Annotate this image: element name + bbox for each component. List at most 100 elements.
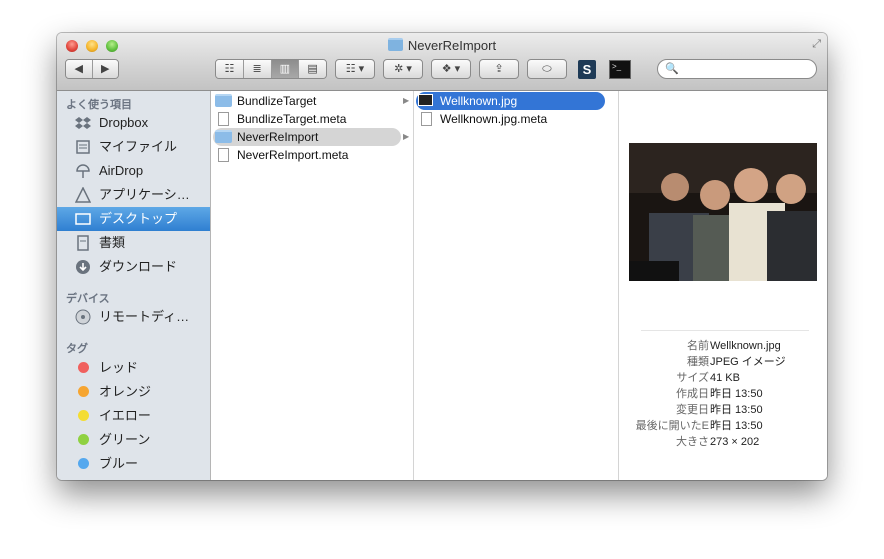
column-view-button[interactable]: ▥ (271, 60, 300, 78)
red-tag-dot-icon (78, 362, 89, 373)
desktop-icon (75, 213, 91, 225)
forward-button[interactable]: ▶ (92, 60, 118, 78)
window-title: NeverReImport (57, 38, 827, 53)
sublime-app-icon[interactable]: S (578, 60, 596, 79)
list-item[interactable]: BundlizeTarget.meta (213, 110, 409, 128)
column-2: Wellknown.jpg Wellknown.jpg.meta (414, 91, 619, 480)
all-files-icon (76, 140, 90, 154)
sidebar-item-label: ブルー (99, 456, 139, 471)
sidebar-item-tag-yellow[interactable]: イエロー (57, 404, 210, 428)
info-key: 名前 (687, 340, 709, 352)
tags-header: タグ (66, 343, 88, 355)
remote-disc-icon (75, 309, 91, 325)
fullscreen-icon[interactable]: ⤢ (812, 38, 821, 51)
sidebar-item-label: デスクトップ (99, 211, 178, 226)
sidebar-item-documents[interactable]: 書類 (57, 231, 210, 255)
sidebar-item-airdrop[interactable]: AirDrop (57, 159, 210, 183)
folder-icon (215, 130, 232, 143)
info-value: 昨日 13:50 (710, 420, 763, 432)
info-value: 昨日 13:50 (710, 404, 763, 416)
action-button[interactable]: ✲ ▾ (383, 59, 423, 79)
info-row: 大きさ 273 × 202 (619, 434, 827, 450)
blue-tag-dot-icon (78, 458, 89, 469)
info-key: 変更日 (676, 404, 709, 416)
sidebar-item-label: AirDrop (99, 163, 144, 178)
tag-button[interactable]: ⬭ (527, 59, 567, 79)
image-preview (629, 143, 817, 281)
folder-icon (387, 38, 403, 51)
back-button[interactable]: ◀ (66, 60, 93, 78)
preview-pane: 名前 Wellknown.jpg 種類 JPEG イメージ サイズ 41 KB … (619, 91, 827, 480)
document-icon (218, 148, 229, 162)
sidebar-item-label: イエロー (99, 408, 151, 423)
sidebar-item-tag-green[interactable]: グリーン (57, 428, 210, 452)
sidebar-item-label: 書類 (99, 235, 126, 250)
info-key: サイズ (676, 372, 709, 384)
sidebar-item-remote-disc[interactable]: リモートディ… (57, 305, 210, 329)
sidebar-item-label: Dropbox (99, 115, 149, 130)
sidebar-item-all-files[interactable]: マイファイル (57, 135, 210, 159)
divider (641, 330, 809, 331)
disclosure-arrow-icon: ▶ (403, 132, 410, 141)
info-row: 名前 Wellknown.jpg (619, 338, 827, 354)
sidebar-item-label: マイファイル (99, 139, 178, 154)
file-name: Wellknown.jpg.meta (440, 112, 548, 126)
downloads-icon (76, 260, 90, 274)
file-name: BundlizeTarget.meta (237, 112, 347, 126)
sidebar: よく使う項目 Dropbox マイファイル AirDrop アプリケーシ… デス… (57, 91, 211, 480)
info-value: 273 × 202 (710, 436, 760, 448)
sidebar-item-tag-blue[interactable]: ブルー (57, 452, 210, 476)
sidebar-item-applications[interactable]: アプリケーシ… (57, 183, 210, 207)
sidebar-item-label: ダウンロード (99, 259, 178, 274)
list-item[interactable]: BundlizeTarget (213, 92, 409, 110)
image-file-icon (418, 94, 433, 106)
icon-view-button[interactable]: ☷ (216, 60, 244, 78)
nav-buttons: ◀ ▶ (65, 59, 119, 79)
info-key: 大きさ (676, 436, 709, 448)
file-name: BundlizeTarget (237, 94, 317, 108)
info-value: Wellknown.jpg (710, 340, 781, 352)
documents-icon (77, 235, 89, 251)
sidebar-item-tag-orange[interactable]: オレンジ (57, 380, 210, 404)
list-item[interactable]: Wellknown.jpg.meta (416, 110, 612, 128)
sidebar-item-label: レッド (99, 360, 139, 375)
list-item[interactable]: NeverReImport (213, 128, 401, 146)
disclosure-arrow-icon: ▶ (403, 96, 410, 105)
sidebar-item-downloads[interactable]: ダウンロード (57, 255, 210, 279)
document-icon (218, 112, 229, 126)
share-button[interactable]: ⇪ (479, 59, 519, 79)
terminal-app-icon[interactable]: >_ (609, 60, 631, 79)
green-tag-dot-icon (78, 434, 89, 445)
info-value: 昨日 13:50 (710, 388, 763, 400)
file-name: Wellknown.jpg (440, 94, 518, 108)
info-row: サイズ 41 KB (619, 370, 827, 386)
list-item[interactable]: NeverReImport.meta (213, 146, 409, 164)
favorites-header: よく使う項目 (66, 99, 132, 111)
orange-tag-dot-icon (78, 386, 89, 397)
column-1: BundlizeTarget ▶ BundlizeTarget.meta Nev… (211, 91, 414, 480)
list-item[interactable]: Wellknown.jpg (416, 92, 605, 110)
dropbox-icon (75, 117, 91, 129)
file-name: NeverReImport.meta (237, 148, 349, 162)
toolbar: NeverReImport ⤢ ◀ ▶ ☷ ≣ ▥ ▤ ☷ ▾ ✲ ▾ ❖ ▾ … (57, 33, 827, 91)
search-icon: 🔍 (665, 63, 679, 75)
sidebar-item-label: オレンジ (99, 384, 152, 399)
sidebar-item-desktop[interactable]: デスクトップ (57, 207, 210, 231)
devices-header: デバイス (66, 293, 110, 305)
window-title-text: NeverReImport (407, 38, 497, 53)
arrange-button[interactable]: ☷ ▾ (335, 59, 375, 79)
coverflow-view-button[interactable]: ▤ (299, 60, 326, 78)
sidebar-item-label: アプリケーシ… (99, 187, 190, 202)
search-input[interactable]: 🔍 (657, 59, 817, 79)
list-view-button[interactable]: ≣ (243, 60, 272, 78)
sidebar-item-tag-red[interactable]: レッド (57, 356, 210, 380)
sidebar-item-label: グリーン (99, 432, 151, 447)
file-name: NeverReImport (237, 130, 319, 144)
sidebar-item-dropbox[interactable]: Dropbox (57, 111, 210, 135)
info-row: 最後に開いたE 昨日 13:50 (619, 418, 827, 434)
finder-window: NeverReImport ⤢ ◀ ▶ ☷ ≣ ▥ ▤ ☷ ▾ ✲ ▾ ❖ ▾ … (57, 33, 827, 480)
dropbox-button[interactable]: ❖ ▾ (431, 59, 471, 79)
sidebar-item-label: リモートディ… (99, 309, 190, 324)
info-row: 作成日 昨日 13:50 (619, 386, 827, 402)
info-key: 種類 (687, 356, 709, 368)
